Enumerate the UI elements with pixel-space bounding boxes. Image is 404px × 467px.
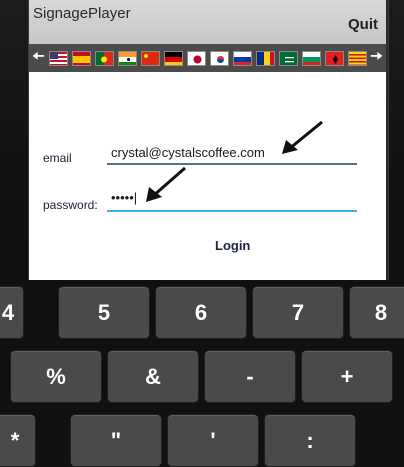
- key-plus[interactable]: +: [301, 350, 393, 403]
- key-ampersand[interactable]: &: [107, 350, 199, 403]
- flag-es[interactable]: [72, 50, 91, 66]
- flag-in[interactable]: [118, 50, 137, 66]
- key-minus[interactable]: -: [204, 350, 296, 403]
- on-screen-keyboard: 4 5 6 7 8 % & - + * " ' :: [0, 280, 404, 467]
- app-title: SignagePlayer: [33, 5, 131, 22]
- key-7[interactable]: 7: [252, 286, 344, 339]
- key-4[interactable]: 4: [0, 286, 24, 339]
- flag-ca[interactable]: [348, 50, 367, 66]
- key-double-quote[interactable]: ": [70, 414, 162, 467]
- email-label: email: [43, 151, 72, 165]
- key-single-quote[interactable]: ': [167, 414, 259, 467]
- flag-us[interactable]: [49, 50, 68, 66]
- flag-de[interactable]: [164, 50, 183, 66]
- key-8[interactable]: 8: [349, 286, 404, 339]
- quit-button[interactable]: Quit: [348, 16, 378, 33]
- login-button[interactable]: Login: [215, 238, 250, 253]
- key-5[interactable]: 5: [58, 286, 150, 339]
- flag-sa[interactable]: [279, 50, 298, 66]
- flag-list: [48, 50, 367, 66]
- flag-pt[interactable]: [95, 50, 114, 66]
- flag-ru[interactable]: [233, 50, 252, 66]
- arrow-right-icon[interactable]: 🠦: [367, 44, 386, 72]
- password-label: password:: [43, 198, 98, 212]
- language-flag-bar: 🠤 🠦: [29, 44, 386, 72]
- title-bar: SignagePlayer Quit: [29, 0, 386, 44]
- flag-cn[interactable]: [141, 50, 160, 66]
- email-field[interactable]: [107, 142, 357, 165]
- flag-bg[interactable]: [302, 50, 321, 66]
- key-asterisk[interactable]: *: [0, 414, 36, 467]
- key-percent[interactable]: %: [10, 350, 102, 403]
- flag-al[interactable]: [325, 50, 344, 66]
- flag-ro[interactable]: [256, 50, 275, 66]
- app-screen: SignagePlayer Quit 🠤 🠦 email crystal@cys…: [29, 0, 388, 280]
- flag-kr[interactable]: [210, 50, 229, 66]
- arrow-left-icon[interactable]: 🠤: [29, 44, 48, 72]
- password-field[interactable]: •••••|: [107, 187, 357, 212]
- key-colon[interactable]: :: [264, 414, 356, 467]
- key-6[interactable]: 6: [155, 286, 247, 339]
- flag-jp[interactable]: [187, 50, 206, 66]
